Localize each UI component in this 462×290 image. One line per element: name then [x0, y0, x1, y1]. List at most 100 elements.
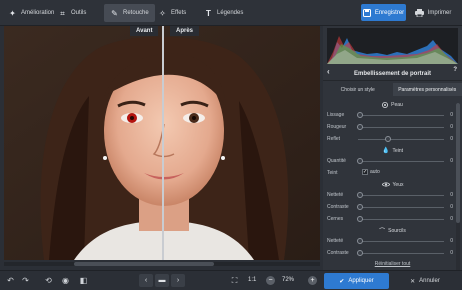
teint-label: Teint [327, 170, 338, 176]
tab-effets[interactable]: ✧ Effets [152, 4, 192, 22]
brush-icon: ✎ [111, 8, 118, 18]
save-button[interactable]: Enregistrer [361, 4, 406, 21]
slider-nettete-sourcils[interactable]: Netteté 0 [327, 237, 453, 246]
section-label: Peau [391, 101, 403, 108]
histogram [327, 28, 458, 64]
scrollbar-thumb[interactable] [74, 262, 214, 266]
photo-canvas[interactable]: Avant Après [4, 26, 320, 260]
folder-icon[interactable]: ▬ [155, 274, 169, 287]
slider-track[interactable] [358, 161, 444, 162]
eye-preview-icon[interactable]: ◉ [60, 275, 71, 286]
actual-size-button[interactable]: 1:1 [248, 277, 256, 283]
slider-track[interactable] [358, 115, 444, 116]
slider-knob[interactable] [357, 204, 363, 210]
slider-track[interactable] [358, 139, 444, 140]
next-photo-button[interactable]: › [171, 274, 185, 287]
cancel-button[interactable]: ✕ Annuler [400, 273, 450, 289]
print-button[interactable]: Imprimer [409, 4, 457, 21]
cancel-label: Annuler [419, 278, 440, 284]
slider-knob[interactable] [357, 192, 363, 198]
checkbox-label: auto [370, 169, 380, 175]
slider-lissage[interactable]: Lissage 0 [327, 111, 453, 120]
tab-outils[interactable]: ⌗ Outils [52, 4, 92, 22]
slider-quantite[interactable]: Quantité 0 [327, 157, 453, 166]
horizontal-scrollbar[interactable] [4, 262, 320, 266]
rotate-icon[interactable]: ⟲ [43, 275, 54, 286]
slider-rougeur[interactable]: Rougeur 0 [327, 123, 453, 132]
section-sourcils: ⌒ Sourcils [323, 226, 462, 236]
after-label: Après [170, 26, 200, 36]
slider-knob[interactable] [357, 124, 363, 130]
slider-label: Contraste [327, 250, 349, 256]
tab-custom-settings[interactable]: Paramètres personnalisés [392, 83, 462, 96]
previous-photo-button[interactable]: ‹ [139, 274, 153, 287]
before-label: Avant [130, 26, 159, 36]
save-label: Enregistrer [374, 9, 405, 16]
slider-knob[interactable] [357, 250, 363, 256]
drop-icon: 💧 [381, 148, 390, 154]
help-icon[interactable]: ? [453, 67, 457, 73]
back-arrow-icon[interactable]: ‹ [327, 67, 330, 76]
slider-value: 0 [450, 250, 453, 256]
eye-icon [381, 182, 390, 187]
text-icon: T [206, 8, 211, 18]
slider-contraste-yeux[interactable]: Contraste 0 [327, 203, 453, 212]
slider-label: Quantité [327, 158, 346, 164]
slider-value: 0 [450, 124, 453, 130]
slider-label: Netteté [327, 238, 344, 244]
tab-label: Retouche [123, 10, 149, 16]
section-label: Teint [392, 147, 404, 154]
magic-wand-icon: ✦ [9, 8, 16, 18]
panel-scrollbar[interactable] [456, 103, 460, 273]
eyebrow-icon: ⌒ [379, 229, 386, 235]
slider-track[interactable] [358, 241, 444, 242]
close-icon: ✕ [410, 278, 416, 285]
slider-nettete-yeux[interactable]: Netteté 0 [327, 191, 453, 200]
reset-all-link[interactable]: Réinitialiser tout [323, 261, 462, 267]
zoom-out-icon[interactable]: − [266, 276, 275, 285]
slider-value: 0 [450, 192, 453, 198]
zoom-in-icon[interactable]: + [308, 276, 317, 285]
bottom-toolbar: ↶ ↷ ⟲ ◉ ◧ ‹ ▬ › ⛶ 1:1 − 72% + ✔ Applique… [0, 270, 462, 290]
apply-button[interactable]: ✔ Appliquer [324, 273, 389, 289]
crop-icon: ⌗ [60, 8, 65, 18]
printer-icon [414, 8, 424, 17]
slider-reflet[interactable]: Reflet 0 [327, 135, 453, 144]
panel-header: ‹ Embellissement de portrait ? [323, 67, 462, 81]
before-after-divider[interactable] [162, 26, 164, 260]
tab-retouche[interactable]: ✎ Retouche [104, 4, 155, 22]
panel-title: Embellissement de portrait [353, 70, 432, 77]
slider-track[interactable] [358, 127, 444, 128]
slider-track[interactable] [358, 207, 444, 208]
slider-label: Rougeur [327, 124, 347, 130]
slider-track[interactable] [358, 195, 444, 196]
slider-knob[interactable] [357, 216, 363, 222]
slider-label: Netteté [327, 192, 344, 198]
undo-icon[interactable]: ↶ [5, 275, 16, 286]
panel-scrollbar-thumb[interactable] [456, 103, 460, 223]
auto-checkbox[interactable]: ✓ auto [362, 169, 380, 175]
compare-icon[interactable]: ◧ [78, 275, 89, 286]
slider-track[interactable] [358, 219, 444, 220]
apply-label: Appliquer [348, 278, 374, 284]
slider-knob[interactable] [357, 238, 363, 244]
slider-track[interactable] [358, 253, 444, 254]
slider-value: 0 [450, 204, 453, 210]
slider-knob[interactable] [385, 136, 391, 142]
fit-screen-icon[interactable]: ⛶ [229, 275, 240, 286]
tab-choose-style[interactable]: Choisir un style [323, 83, 393, 96]
section-yeux: Yeux [323, 180, 462, 189]
section-teint: 💧 Teint [323, 146, 462, 155]
slider-cernes[interactable]: Cernes 0 [327, 215, 453, 224]
slider-label: Lissage [327, 112, 345, 118]
check-icon: ✓ [362, 169, 368, 175]
teint-row: Teint ✓ auto [327, 169, 453, 178]
slider-knob[interactable] [357, 112, 363, 118]
floppy-disk-icon [362, 8, 371, 17]
slider-knob[interactable] [357, 158, 363, 164]
tab-legendes[interactable]: T Légendes [198, 4, 249, 22]
redo-icon[interactable]: ↷ [20, 275, 31, 286]
slider-contraste-sourcils[interactable]: Contraste 0 [327, 249, 453, 258]
zoom-level: 72% [282, 277, 295, 283]
section-label: Yeux [392, 181, 404, 188]
